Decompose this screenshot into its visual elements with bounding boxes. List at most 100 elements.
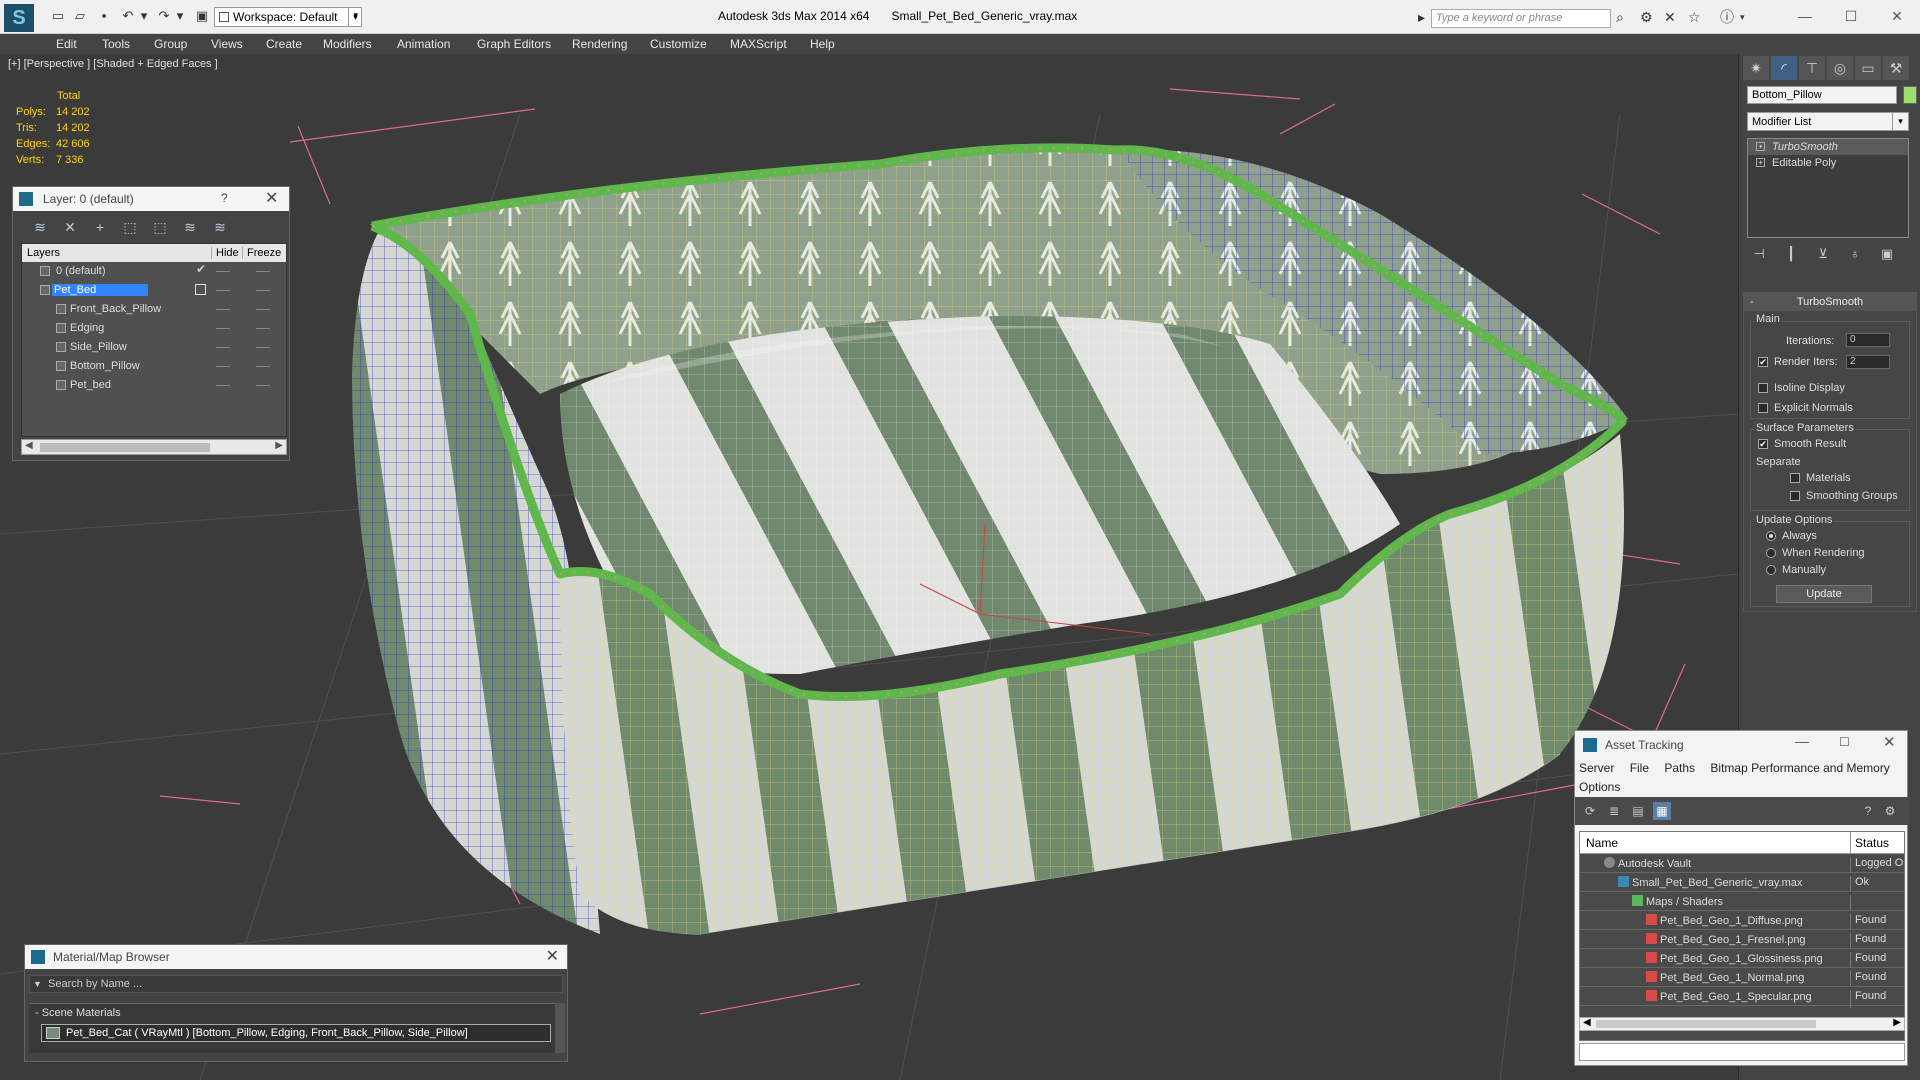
hide-toggle[interactable] <box>216 342 230 348</box>
delete-layer-icon[interactable]: ✕ <box>59 219 81 236</box>
modifier-stack-item-turbosmooth[interactable]: • TurboSmooth <box>1748 139 1908 155</box>
help-icon[interactable]: ⓘ <box>1720 9 1734 25</box>
display-tab-icon[interactable]: ▭ <box>1855 56 1881 80</box>
update-button[interactable]: Update <box>1776 585 1872 603</box>
isoline-display-checkbox[interactable] <box>1758 383 1768 393</box>
hide-toggle[interactable] <box>216 380 230 386</box>
freeze-toggle[interactable] <box>256 323 270 329</box>
material-browser-titlebar[interactable]: Material/Map Browser ✕ <box>25 945 567 969</box>
asset-row-max-file[interactable]: Small_Pet_Bed_Generic_vray.max Ok <box>1580 873 1904 894</box>
utilities-tab-icon[interactable]: ⚒ <box>1883 56 1909 80</box>
always-radio[interactable] <box>1766 531 1776 541</box>
configure-modifier-sets-icon[interactable]: ▣ <box>1877 246 1897 264</box>
scroll-thumb[interactable] <box>40 443 210 452</box>
object-row-bottom-pillow[interactable]: Bottom_Pillow <box>22 357 286 376</box>
modify-tab-icon[interactable]: ◜ <box>1771 56 1797 80</box>
asset-row-glossiness[interactable]: Pet_Bed_Geo_1_Glossiness.png Found <box>1580 949 1904 970</box>
material-item[interactable]: Pet_Bed_Cat ( VRayMtl ) [Bottom_Pillow, … <box>41 1024 551 1042</box>
hide-toggle[interactable] <box>216 285 230 291</box>
redo-dropdown-icon[interactable]: ▾ <box>172 9 188 23</box>
viewport-label[interactable]: [+] [Perspective ] [Shaded + Edged Faces… <box>8 58 218 70</box>
settings-icon[interactable]: ⚙ <box>1881 802 1899 820</box>
freeze-toggle[interactable] <box>256 285 270 291</box>
asset-path-field[interactable] <box>1579 1043 1905 1061</box>
asset-row-fresnel[interactable]: Pet_Bed_Geo_1_Fresnel.png Found <box>1580 930 1904 951</box>
asset-tracking-titlebar[interactable]: Asset Tracking — ☐ ✕ <box>1575 731 1907 759</box>
layer-window-titlebar[interactable]: Layer: 0 (default) ? ✕ <box>13 187 289 211</box>
hierarchy-tab-icon[interactable]: ⊤ <box>1799 56 1825 80</box>
object-row-pet-bed[interactable]: Pet_bed <box>22 376 286 395</box>
render-iters-checkbox[interactable]: ✔ <box>1758 357 1768 367</box>
layer-horizontal-scrollbar[interactable]: ◀ ▶ <box>21 439 287 455</box>
open-file-icon[interactable]: ▱ <box>72 9 88 23</box>
minimize-icon[interactable]: — <box>1790 5 1820 27</box>
pin-stack-icon[interactable]: ⊣ <box>1749 246 1769 264</box>
smooth-result-checkbox[interactable]: ✔ <box>1758 439 1768 449</box>
help-icon[interactable]: ? <box>221 191 228 205</box>
freeze-toggle[interactable] <box>256 266 270 272</box>
menu-graph-editors[interactable]: Graph Editors <box>477 37 551 51</box>
scene-materials-header[interactable]: - Scene Materials <box>35 1007 121 1019</box>
favorites-star-icon[interactable]: ☆ <box>1688 9 1701 25</box>
render-iters-spinner[interactable]: 2 <box>1846 355 1890 369</box>
select-in-layer-icon[interactable]: ⬚ <box>119 219 141 236</box>
iterations-spinner[interactable]: 0 <box>1846 333 1890 347</box>
workspace-extra-dropdown[interactable]: ▾ <box>348 7 362 27</box>
asset-row-maps-shaders[interactable]: Maps / Shaders <box>1580 892 1904 913</box>
turbosmooth-rollout-title[interactable]: - TurboSmooth <box>1744 293 1916 311</box>
explicit-normals-checkbox[interactable] <box>1758 403 1768 413</box>
workspace-dropdown[interactable]: Workspace: Default ▾ <box>214 7 362 27</box>
remove-modifier-icon[interactable]: ♁ <box>1845 246 1865 264</box>
close-icon[interactable]: ✕ <box>1883 733 1896 751</box>
freeze-column-header[interactable]: Freeze <box>242 247 281 259</box>
freeze-toggle[interactable] <box>256 380 270 386</box>
menu-bitmap-performance[interactable]: Bitmap Performance and Memory <box>1710 761 1889 775</box>
modifier-list-dropdown[interactable]: Modifier List ▾ <box>1747 112 1909 131</box>
freeze-all-layers-icon[interactable]: ≋ <box>209 219 231 236</box>
maximize-icon[interactable]: ☐ <box>1836 5 1866 27</box>
help-icon[interactable]: ? <box>1859 802 1877 820</box>
save-icon[interactable]: ▪ <box>96 9 112 23</box>
expand-icon[interactable]: + <box>1756 158 1765 167</box>
layer-row-default[interactable]: 0 (default) ✔ <box>22 262 286 281</box>
redo-icon[interactable]: ↷ <box>156 9 172 23</box>
hide-toggle[interactable] <box>216 304 230 310</box>
object-row-side-pillow[interactable]: Side_Pillow <box>22 338 286 357</box>
object-row-front-back-pillow[interactable]: Front_Back_Pillow <box>22 300 286 319</box>
menu-tools[interactable]: Tools <box>102 37 130 51</box>
binoculars-icon[interactable]: ⌕ <box>1616 9 1624 25</box>
menu-options[interactable]: Options <box>1579 780 1620 794</box>
maximize-icon[interactable]: ☐ <box>1839 735 1850 749</box>
new-file-icon[interactable]: ▭ <box>50 9 66 23</box>
freeze-toggle[interactable] <box>256 304 270 310</box>
add-layer-icon[interactable]: + <box>89 219 111 235</box>
thumbnail-view-icon[interactable]: ▤ <box>1629 802 1647 820</box>
communication-icon[interactable]: ✕ <box>1664 9 1676 25</box>
when-rendering-radio[interactable] <box>1766 548 1776 558</box>
search-expand-icon[interactable]: ▸ <box>1418 9 1425 25</box>
object-color-swatch[interactable] <box>1903 86 1917 104</box>
hide-all-layers-icon[interactable]: ≋ <box>179 219 201 236</box>
hide-toggle[interactable] <box>216 266 230 272</box>
menu-maxscript[interactable]: MAXScript <box>730 37 787 51</box>
undo-icon[interactable]: ↶ <box>120 9 136 23</box>
material-search-input[interactable]: ▼ Search by Name ... <box>29 975 563 993</box>
keyword-search-input[interactable]: Type a keyword or phrase <box>1431 9 1611 28</box>
manually-radio[interactable] <box>1766 565 1776 575</box>
app-logo-icon[interactable]: S <box>4 4 34 32</box>
materials-checkbox[interactable] <box>1790 473 1800 483</box>
hide-column-header[interactable]: Hide <box>211 247 239 259</box>
menu-customize[interactable]: Customize <box>650 37 707 51</box>
layer-row-pet-bed[interactable]: Pet_Bed <box>22 281 286 300</box>
current-layer-check-icon[interactable]: ✔ <box>196 262 206 276</box>
minimize-icon[interactable]: — <box>1795 733 1809 749</box>
scroll-right-icon[interactable]: ▶ <box>1893 1017 1901 1028</box>
scroll-right-icon[interactable]: ▶ <box>275 440 283 451</box>
create-tab-icon[interactable]: ✷ <box>1743 56 1769 80</box>
asset-horizontal-scrollbar[interactable]: ◀ ▶ <box>1579 1017 1905 1031</box>
menu-group[interactable]: Group <box>154 37 187 51</box>
status-column-header[interactable]: Status <box>1850 832 1889 854</box>
show-end-result-icon[interactable]: ┃ <box>1781 246 1801 264</box>
name-column-header[interactable]: Name <box>1586 836 1618 850</box>
freeze-toggle[interactable] <box>256 342 270 348</box>
